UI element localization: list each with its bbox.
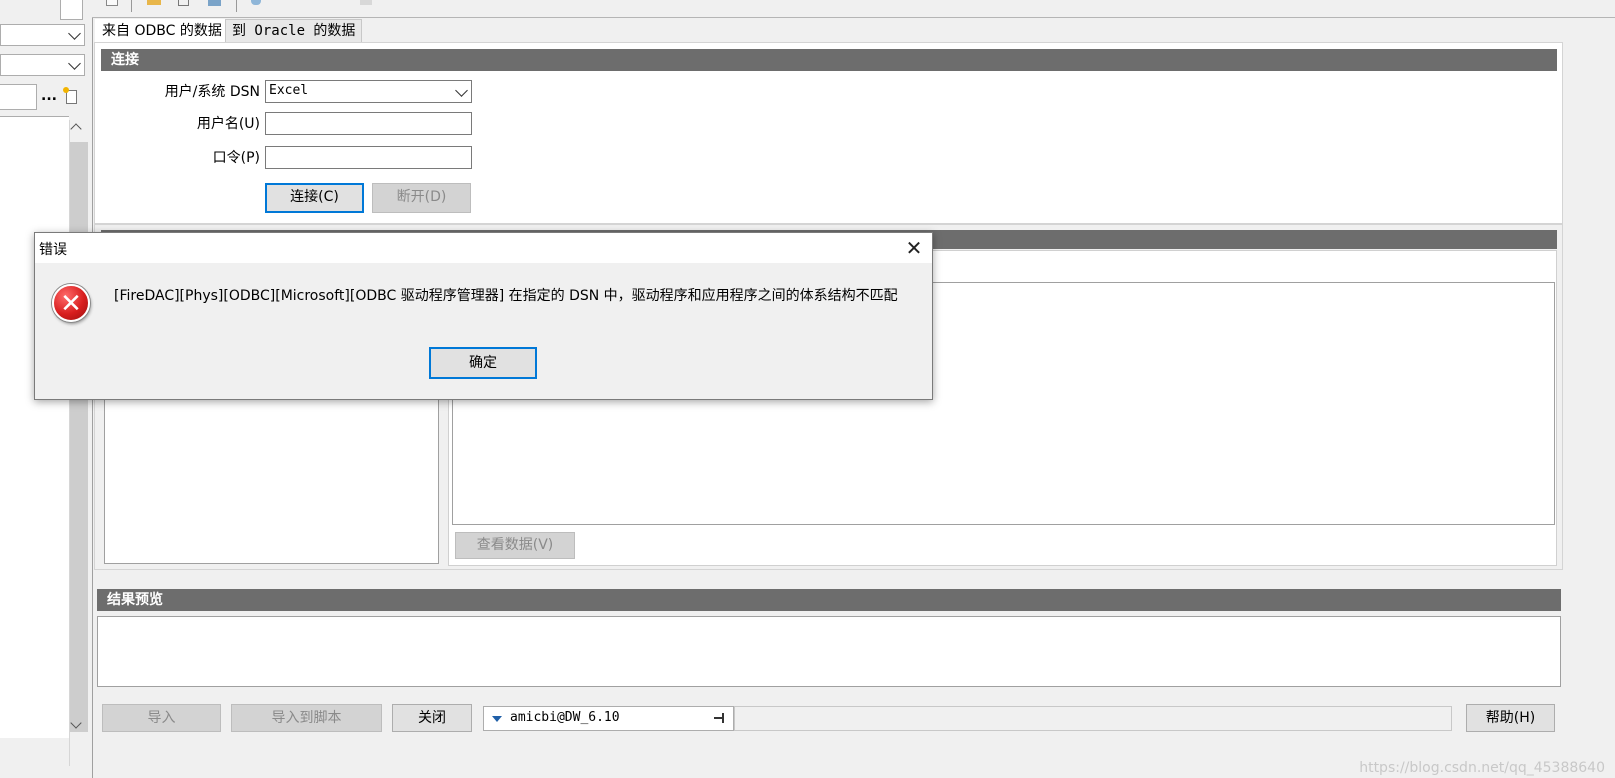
dialog-titlebar[interactable]: 错误 ✕ [35, 233, 932, 263]
connect-button[interactable]: 连接(C) [265, 183, 364, 213]
watermark-text: https://blog.csdn.net/qq_45388640 [1359, 760, 1605, 776]
toolbar-strip [92, 0, 1615, 18]
connect-header: 连接 [101, 49, 1557, 71]
error-message: [FireDAC][Phys][ODBC][Microsoft][ODBC 驱动… [114, 288, 898, 304]
connection-value: amicbi@DW_6.10 [510, 710, 620, 725]
pin-icon[interactable] [714, 713, 726, 723]
password-field[interactable] [265, 146, 472, 169]
tab-from-odbc[interactable]: 来自 ODBC 的数据 [95, 19, 229, 42]
preview-box[interactable] [97, 616, 1561, 687]
tab-label: 到 Oracle 的数据 [232, 23, 356, 39]
toolbar-separator [131, 0, 132, 12]
chevron-down-icon [455, 83, 468, 97]
sparkle-icon [63, 87, 69, 93]
tab-label: 来自 ODBC 的数据 [102, 23, 222, 39]
chevron-down-icon [68, 57, 81, 70]
error-dialog: 错误 ✕ ✕ [FireDAC][Phys][ODBC][Microsoft][… [34, 232, 933, 400]
save-icon[interactable] [178, 0, 189, 6]
browse-button[interactable]: ... [41, 88, 57, 104]
import-script-button[interactable]: 导入到脚本 [231, 704, 382, 732]
username-field[interactable] [265, 112, 472, 135]
chevron-down-icon [68, 27, 81, 40]
tab-to-oracle[interactable]: 到 Oracle 的数据 [225, 19, 363, 42]
toolbar-icon-1[interactable] [106, 0, 118, 6]
close-button[interactable]: 关闭 [392, 704, 472, 732]
disconnect-button[interactable]: 断开(D) [372, 183, 471, 213]
new-file-icon[interactable] [63, 87, 77, 104]
left-combo-2[interactable] [0, 54, 85, 76]
dsn-label: 用户/系统 DSN [164, 84, 260, 100]
toolbar-separator [236, 0, 237, 12]
dropdown-triangle-icon [492, 716, 502, 722]
export-icon[interactable] [208, 0, 221, 6]
connection-selector[interactable]: amicbi@DW_6.10 [483, 706, 734, 731]
dsn-select-value: Excel [269, 83, 309, 98]
dsn-select[interactable]: Excel [265, 80, 472, 103]
dialog-body: ✕ [FireDAC][Phys][ODBC][Microsoft][ODBC … [35, 263, 932, 399]
left-combo-1[interactable] [0, 24, 85, 46]
close-icon[interactable]: ✕ [897, 233, 931, 263]
preview-header: 结果预览 [97, 589, 1561, 611]
help-button[interactable]: 帮助(H) [1466, 704, 1555, 732]
folder-icon[interactable] [147, 0, 161, 5]
disabled-tool-icon [360, 0, 372, 5]
left-path-input[interactable] [0, 84, 37, 110]
scroll-thumb[interactable] [70, 142, 88, 732]
import-button[interactable]: 导入 [102, 704, 221, 732]
left-tree-area [0, 116, 69, 738]
view-data-button[interactable]: 查看数据(V) [455, 532, 575, 559]
error-icon: ✕ [52, 284, 90, 322]
dialog-title: 错误 [39, 242, 67, 258]
ok-button[interactable]: 确定 [429, 347, 537, 379]
left-top-box [60, 0, 83, 20]
status-field [734, 706, 1452, 731]
table-list-box[interactable] [104, 390, 439, 564]
username-label: 用户名(U) [196, 116, 260, 132]
password-label: 口令(P) [212, 150, 260, 166]
